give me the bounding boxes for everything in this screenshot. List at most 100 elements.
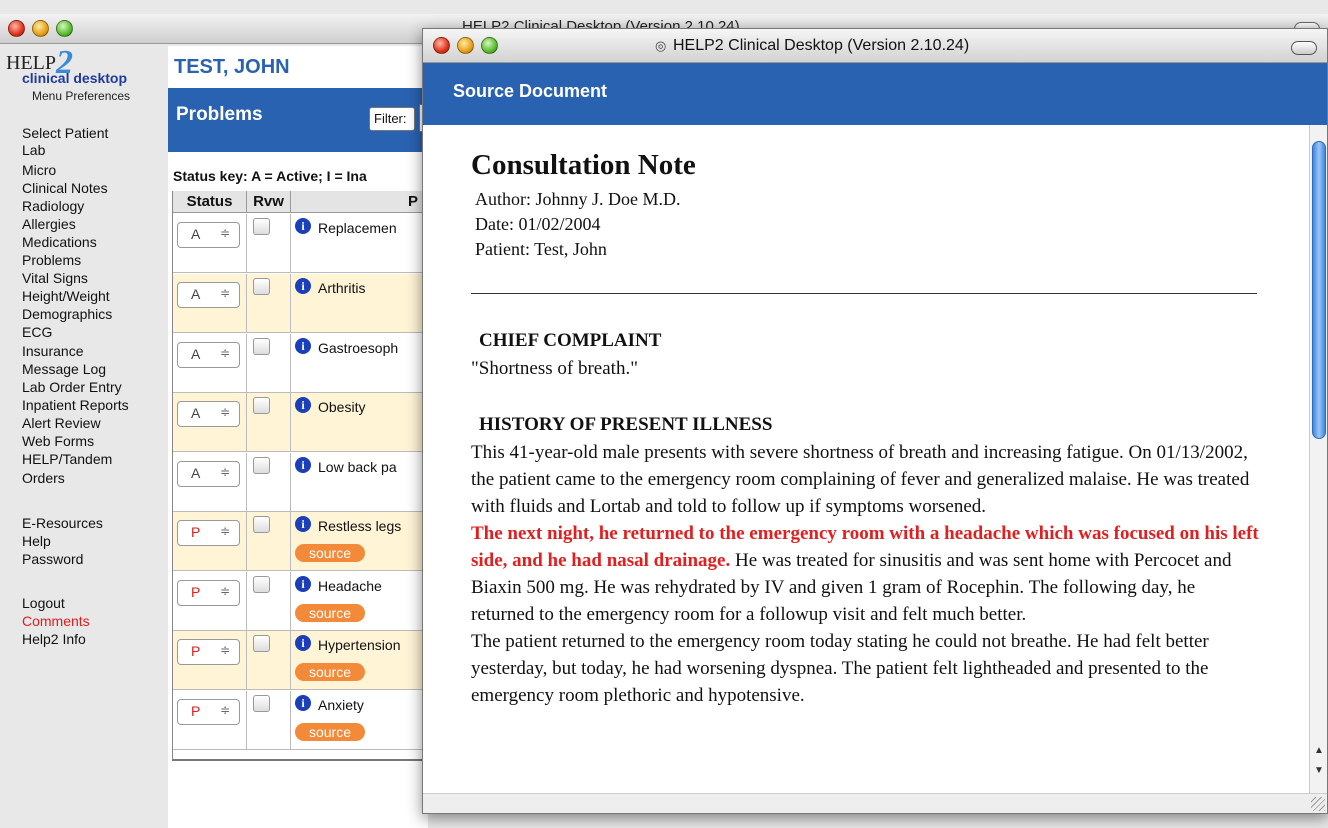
review-checkbox[interactable] [253, 278, 270, 295]
nav-insurance[interactable]: Insurance [22, 343, 83, 360]
nav-e-resources[interactable]: E-Resources [22, 515, 103, 532]
source-button[interactable]: source [295, 544, 365, 562]
problem-name[interactable]: Arthritis [318, 280, 428, 296]
zoom-window-icon[interactable] [56, 20, 73, 37]
nav-help2-info[interactable]: Help2 Info [22, 631, 86, 648]
nav-ecg[interactable]: ECG [22, 324, 52, 341]
hpi-heading: HISTORY OF PRESENT ILLNESS [479, 414, 773, 435]
info-icon[interactable]: i [295, 278, 311, 294]
column-header-rvw[interactable]: Rvw [247, 191, 291, 213]
problem-name[interactable]: Hypertension [318, 637, 428, 653]
status-select[interactable]: A ≑ [177, 342, 240, 368]
problem-name[interactable]: Headache [318, 578, 428, 594]
info-icon[interactable]: i [295, 397, 311, 413]
minimize-window-icon[interactable] [457, 37, 474, 54]
problem-name[interactable]: Restless legs [318, 518, 428, 534]
nav-lab[interactable]: Lab [22, 142, 45, 159]
toolbar-toggle-icon[interactable] [1291, 41, 1317, 55]
nav-select-patient[interactable]: Select Patient [22, 125, 108, 142]
status-select[interactable]: A ≑ [177, 222, 240, 248]
scrollbar-thumb[interactable] [1312, 141, 1326, 439]
nav-allergies[interactable]: Allergies [22, 216, 76, 233]
scroll-down-arrow-icon[interactable]: ▼ [1314, 765, 1324, 776]
nav-password[interactable]: Password [22, 551, 83, 568]
review-checkbox[interactable] [253, 576, 270, 593]
status-value: A [191, 226, 201, 242]
resize-grip-icon[interactable] [1311, 797, 1325, 811]
review-checkbox[interactable] [253, 635, 270, 652]
nav-demographics[interactable]: Demographics [22, 306, 112, 323]
info-icon[interactable]: i [295, 338, 311, 354]
status-value: A [191, 286, 201, 302]
info-icon[interactable]: i [295, 635, 311, 651]
status-select[interactable]: A ≑ [177, 401, 240, 427]
zoom-window-icon[interactable] [481, 37, 498, 54]
nav-orders[interactable]: Orders [22, 470, 65, 487]
status-select[interactable]: A ≑ [177, 461, 240, 487]
review-checkbox[interactable] [253, 338, 270, 355]
status-select[interactable]: P ≑ [177, 699, 240, 725]
nav-height-weight[interactable]: Height/Weight [22, 288, 110, 305]
nav-vital-signs[interactable]: Vital Signs [22, 270, 88, 287]
source-button[interactable]: source [295, 663, 365, 681]
status-select[interactable]: A ≑ [177, 282, 240, 308]
nav-medications[interactable]: Medications [22, 234, 97, 251]
nav-alert-review[interactable]: Alert Review [22, 415, 101, 432]
nav-help-tandem[interactable]: HELP/Tandem [22, 451, 112, 468]
status-select[interactable]: P ≑ [177, 520, 240, 546]
problem-name[interactable]: Gastroesoph [318, 340, 428, 356]
updown-arrow-icon: ≑ [219, 226, 230, 240]
info-icon[interactable]: i [295, 218, 311, 234]
nav-clinical-notes[interactable]: Clinical Notes [22, 180, 108, 197]
nav-problems[interactable]: Problems [22, 252, 81, 269]
nav-logout[interactable]: Logout [22, 595, 65, 612]
review-checkbox[interactable] [253, 516, 270, 533]
review-cell [247, 691, 291, 749]
column-header-status[interactable]: Status [173, 191, 247, 213]
review-checkbox[interactable] [253, 397, 270, 414]
info-icon[interactable]: i [295, 516, 311, 532]
horizontal-scrollbar[interactable] [423, 793, 1327, 813]
problem-name[interactable]: Low back pa [318, 459, 428, 475]
status-value: P [191, 703, 201, 719]
status-cell: A ≑ [173, 274, 247, 332]
source-button[interactable]: source [295, 604, 365, 622]
close-window-icon[interactable] [8, 20, 25, 37]
source-document-window: ◎ HELP2 Clinical Desktop (Version 2.10.2… [422, 28, 1328, 814]
status-select[interactable]: P ≑ [177, 639, 240, 665]
chief-complaint-heading: CHIEF COMPLAINT [479, 330, 662, 351]
info-icon[interactable]: i [295, 695, 311, 711]
nav-lab-order-entry[interactable]: Lab Order Entry [22, 379, 122, 396]
info-icon[interactable]: i [295, 576, 311, 592]
source-button[interactable]: source [295, 723, 365, 741]
menu-preferences-link[interactable]: Menu Preferences [32, 89, 130, 103]
nav-comments[interactable]: Comments [22, 613, 90, 630]
nav-radiology[interactable]: Radiology [22, 198, 84, 215]
review-cell [247, 631, 291, 689]
nav-web-forms[interactable]: Web Forms [22, 433, 94, 450]
info-icon[interactable]: i [295, 457, 311, 473]
close-window-icon[interactable] [433, 37, 450, 54]
nav-help[interactable]: Help [22, 533, 51, 550]
filter-button[interactable]: Filter: [369, 107, 415, 131]
nav-inpatient-reports[interactable]: Inpatient Reports [22, 397, 129, 414]
document-body: Consultation Note Author: Johnny J. Doe … [423, 125, 1309, 793]
column-header-problem[interactable]: P [291, 191, 429, 213]
vertical-scrollbar[interactable]: ▲ ▼ [1309, 125, 1327, 793]
problem-name[interactable]: Anxiety [318, 697, 428, 713]
table-row: P ≑ i Restless legs source [173, 512, 429, 571]
problem-name[interactable]: Obesity [318, 399, 428, 415]
nav-message-log[interactable]: Message Log [22, 361, 106, 378]
status-select[interactable]: P ≑ [177, 580, 240, 606]
review-checkbox[interactable] [253, 218, 270, 235]
review-checkbox[interactable] [253, 457, 270, 474]
table-row: P ≑ i Anxiety source [173, 691, 429, 750]
front-window-titlebar[interactable]: ◎ HELP2 Clinical Desktop (Version 2.10.2… [423, 29, 1327, 63]
status-value: P [191, 524, 201, 540]
nav-micro[interactable]: Micro [22, 162, 56, 179]
minimize-window-icon[interactable] [32, 20, 49, 37]
problem-name[interactable]: Replacemen [318, 220, 428, 236]
review-checkbox[interactable] [253, 695, 270, 712]
scroll-up-arrow-icon[interactable]: ▲ [1314, 745, 1324, 756]
review-cell [247, 572, 291, 630]
